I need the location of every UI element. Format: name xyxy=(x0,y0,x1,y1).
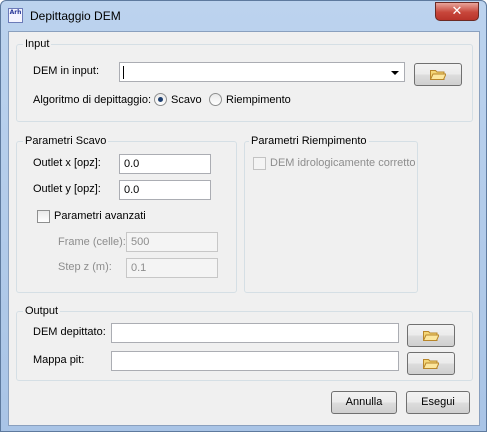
step-z-label: Step z (m): xyxy=(58,261,112,273)
dem-input-combo[interactable] xyxy=(119,62,405,82)
dialog-body: Input DEM in input: Algoritmo di depitta… xyxy=(8,31,480,426)
advanced-params-label[interactable]: Parametri avanzati xyxy=(54,210,146,222)
folder-icon xyxy=(423,330,439,341)
scavo-params-group: Parametri Scavo Outlet x [opz]: 0.0 Outl… xyxy=(16,135,237,293)
radio-scavo[interactable] xyxy=(154,93,167,106)
riempimento-group-legend: Parametri Riempimento xyxy=(249,135,369,147)
pit-map-field[interactable] xyxy=(111,351,399,371)
title-bar[interactable]: Arh Depittaggio DEM ✕ xyxy=(1,1,486,31)
close-button[interactable]: ✕ xyxy=(435,2,479,21)
advanced-params-checkbox[interactable] xyxy=(37,210,50,223)
folder-icon xyxy=(423,358,439,369)
outlet-x-value: 0.0 xyxy=(124,158,140,170)
outlet-x-field[interactable]: 0.0 xyxy=(119,154,211,174)
frame-label: Frame (celle): xyxy=(58,236,126,248)
dem-output-field[interactable] xyxy=(111,323,399,343)
dem-corrected-checkbox[interactable] xyxy=(253,157,266,170)
outlet-y-field[interactable]: 0.0 xyxy=(119,180,211,200)
frame-field[interactable]: 500 xyxy=(126,232,218,252)
outlet-y-label: Outlet y [opz]: xyxy=(33,183,101,195)
step-z-value: 0.1 xyxy=(131,262,147,274)
browse-dem-output-button[interactable] xyxy=(407,324,455,347)
window-title: Depittaggio DEM xyxy=(30,9,121,23)
input-group-legend: Input xyxy=(23,38,52,50)
input-group: Input DEM in input: Algoritmo di depitta… xyxy=(16,38,473,122)
step-z-field[interactable]: 0.1 xyxy=(126,258,218,278)
run-button[interactable]: Esegui xyxy=(406,391,470,414)
riempimento-params-group: Parametri Riempimento DEM idrologicament… xyxy=(244,135,418,293)
frame-value: 500 xyxy=(131,236,150,248)
text-cursor xyxy=(123,66,124,79)
folder-icon xyxy=(430,69,446,80)
scavo-group-legend: Parametri Scavo xyxy=(23,135,109,147)
dem-corrected-label: DEM idrologicamente corretto xyxy=(270,157,416,169)
radio-riempimento-label[interactable]: Riempimento xyxy=(226,94,291,106)
outlet-x-label: Outlet x [opz]: xyxy=(33,157,101,169)
radio-riempimento[interactable] xyxy=(209,93,222,106)
outlet-y-value: 0.0 xyxy=(124,184,140,196)
dialog-window: Arh Depittaggio DEM ✕ Input DEM in input… xyxy=(0,0,487,432)
dem-input-label: DEM in input: xyxy=(33,65,100,77)
algorithm-label: Algoritmo di depittaggio: xyxy=(33,94,152,106)
output-group: Output DEM depittato: Mappa pit: xyxy=(16,305,473,381)
cancel-button[interactable]: Annulla xyxy=(331,391,397,414)
radio-scavo-label[interactable]: Scavo xyxy=(171,94,202,106)
close-icon: ✕ xyxy=(451,4,463,19)
output-group-legend: Output xyxy=(23,305,61,317)
app-icon: Arh xyxy=(8,8,23,23)
chevron-down-icon[interactable] xyxy=(391,71,399,75)
pit-map-label: Mappa pit: xyxy=(33,354,85,366)
browse-pit-map-button[interactable] xyxy=(407,352,455,375)
browse-dem-input-button[interactable] xyxy=(414,63,462,86)
dem-output-label: DEM depittato: xyxy=(33,326,106,338)
